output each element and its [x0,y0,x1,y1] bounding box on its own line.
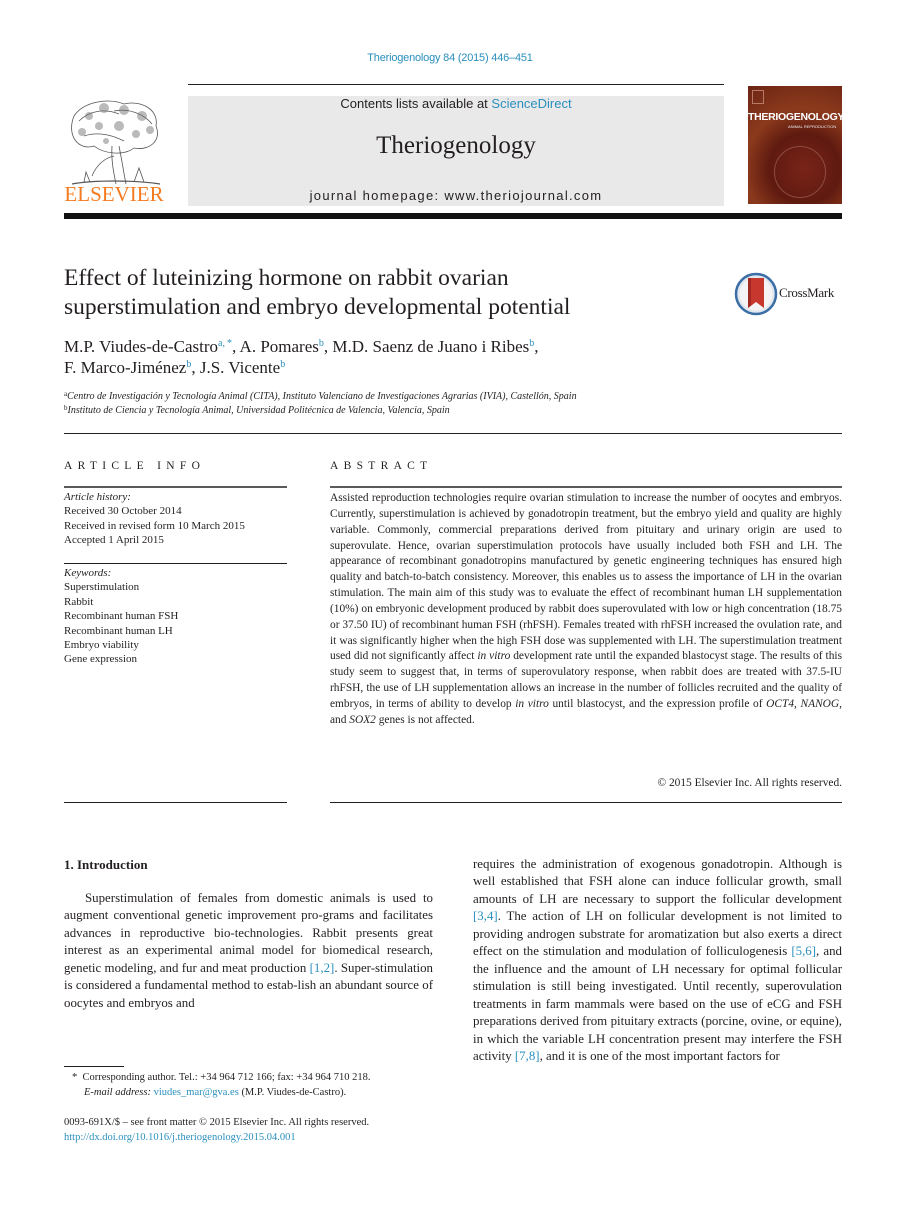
journal-cover-image[interactable]: THERIOGENOLOGY ANIMAL REPRODUCTION [748,86,845,204]
sciencedirect-link[interactable]: ScienceDirect [491,96,571,111]
article-history-label: Article history: [64,491,131,503]
abstract-italic-term: in vitro [477,650,511,663]
affiliation-text: Instituto de Ciencia y Tecnología Animal… [67,405,450,416]
keywords-label: Keywords: [64,567,112,579]
homepage-prefix: journal homepage: [309,188,445,203]
corresponding-author-contact: Corresponding author. Tel.: +34 964 712 … [82,1072,371,1083]
corresponding-author-footnote: * Corresponding author. Tel.: +34 964 71… [64,1070,436,1100]
keyword-item: Recombinant human FSH [64,610,179,623]
email-suffix: (M.P. Viudes-de-Castro). [238,1087,347,1098]
author-affiliation-mark[interactable]: b [280,359,285,370]
article-info-bottom-rule [64,802,287,803]
abstract-italic-term: in vitro [515,697,549,710]
author[interactable]: J.S. Vicente [200,358,280,377]
front-matter-notice: 0093-691X/$ – see front matter © 2015 El… [64,1117,370,1128]
article-history: Article history: Received 30 October 201… [64,490,287,548]
author-list: M.P. Viudes-de-Castroa, *, A. Pomaresb, … [64,336,764,378]
article-info-heading: ARTICLE INFO [64,460,206,472]
cover-oocyte-graphic [774,146,826,198]
affiliation-item: bInstituto de Ciencia y Tecnología Anima… [64,404,844,418]
elsevier-wordmark: ELSEVIER [64,182,164,206]
keyword-item: Recombinant human LH [64,624,173,637]
keyword-item: Superstimulation [64,581,140,594]
body-text: , and it is one of the most important fa… [539,1048,780,1063]
cover-title: THERIOGENOLOGY [748,111,845,123]
body-text: , and the influence and the amount of LH… [473,944,842,1063]
abstract-text-part: until blastocyst, and the expression pro… [548,697,767,710]
reference-link[interactable]: [3,4] [473,909,498,923]
author-separator: , [231,337,240,356]
body-column-right: requires the administration of exogenous… [473,856,842,1065]
history-item: Received 30 October 2014 [64,505,182,518]
author-separator: , [191,358,200,377]
author-affiliation-mark[interactable]: a, * [218,338,232,349]
footnote-rule [64,1066,124,1067]
abstract-bottom-rule [330,802,842,803]
keyword-item: Embryo viability [64,639,139,652]
article-title-line-1: Effect of luteinizing hormone on rabbit … [64,265,509,291]
article-title-line-2: superstimulation and embryo developmenta… [64,294,571,320]
history-item: Received in revised form 10 March 2015 [64,519,245,532]
keyword-item: Rabbit [64,595,94,608]
crossmark-label[interactable]: CrossMark [779,285,834,301]
header-rule [188,84,724,85]
section-heading-introduction: 1. Introduction [64,857,148,872]
footnote-asterisk: * [72,1072,78,1083]
abstract-rule [330,486,842,488]
front-matter: 0093-691X/$ – see front matter © 2015 El… [64,1115,436,1145]
contents-prefix: Contents lists available at [340,96,492,111]
reference-link[interactable]: [1,2] [310,961,335,975]
masthead-thick-rule [64,213,842,219]
email-link[interactable]: viudes_mar@gva.es [154,1087,239,1098]
author[interactable]: F. Marco-Jiménez [64,358,186,377]
body-text: requires the administration of exogenous… [473,857,842,906]
abstract-text-part: Assisted reproduction technologies requi… [330,492,842,663]
email-label: E-mail address: [84,1087,151,1098]
keywords: Keywords: Superstimulation Rabbit Recomb… [64,566,287,667]
journal-masthead: Contents lists available at ScienceDirec… [188,96,724,206]
body-paragraph: requires the administration of exogenous… [473,856,842,1065]
author[interactable]: M.P. Viudes-de-Castro [64,337,218,356]
reference-link[interactable]: [7,8] [515,1049,540,1063]
author-separator: , [534,337,539,356]
keyword-item: Gene expression [64,653,138,666]
cover-elsevier-badge [752,90,764,104]
article-info-divider [64,563,287,564]
body-column-left: Superstimulation of females from domesti… [64,890,433,1012]
history-item: Accepted 1 April 2015 [64,534,164,547]
journal-homepage-link[interactable]: www.theriojournal.com [444,188,602,203]
abstract-heading: ABSTRACT [330,460,433,472]
body-paragraph: Superstimulation of females from domesti… [64,890,433,1012]
author[interactable]: M.D. Saenz de Juano i Ribes [332,337,529,356]
affiliations: aCentro de Investigación y Tecnología An… [64,390,844,418]
journal-homepage-line: journal homepage: www.theriojournal.com [188,188,724,203]
article-info-rule [64,486,287,488]
abstract-body: Assisted reproduction technologies requi… [330,491,842,729]
journal-name: Theriogenology [376,132,536,159]
body-text: . The action of LH on follicular develop… [473,909,842,959]
affiliation-rule [64,433,842,434]
corresponding-author-line: * Corresponding author. Tel.: +34 964 71… [64,1070,436,1085]
email-line: E-mail address: viudes_mar@gva.es (M.P. … [64,1085,436,1100]
gene-name: OCT4 [766,697,795,710]
gene-name: SOX2 [349,713,376,726]
article-title: Effect of luteinizing hormone on rabbit … [64,264,704,322]
reference-link[interactable]: [5,6] [791,944,816,958]
abstract-copyright: © 2015 Elsevier Inc. All rights reserved… [657,777,842,789]
affiliation-item: aCentro de Investigación y Tecnología An… [64,390,844,404]
abstract-text-part: genes is not affected. [375,713,475,726]
cover-subtitle: ANIMAL REPRODUCTION [788,124,837,129]
author[interactable]: A. Pomares [240,337,319,356]
journal-citation-link[interactable]: Theriogenology 84 (2015) 446–451 [0,52,900,64]
affiliation-text: Centro de Investigación y Tecnología Ani… [67,391,577,402]
doi-link[interactable]: http://dx.doi.org/10.1016/j.theriogenolo… [64,1130,436,1145]
contents-available-line: Contents lists available at ScienceDirec… [188,96,724,111]
gene-name: NANOG [800,697,840,710]
